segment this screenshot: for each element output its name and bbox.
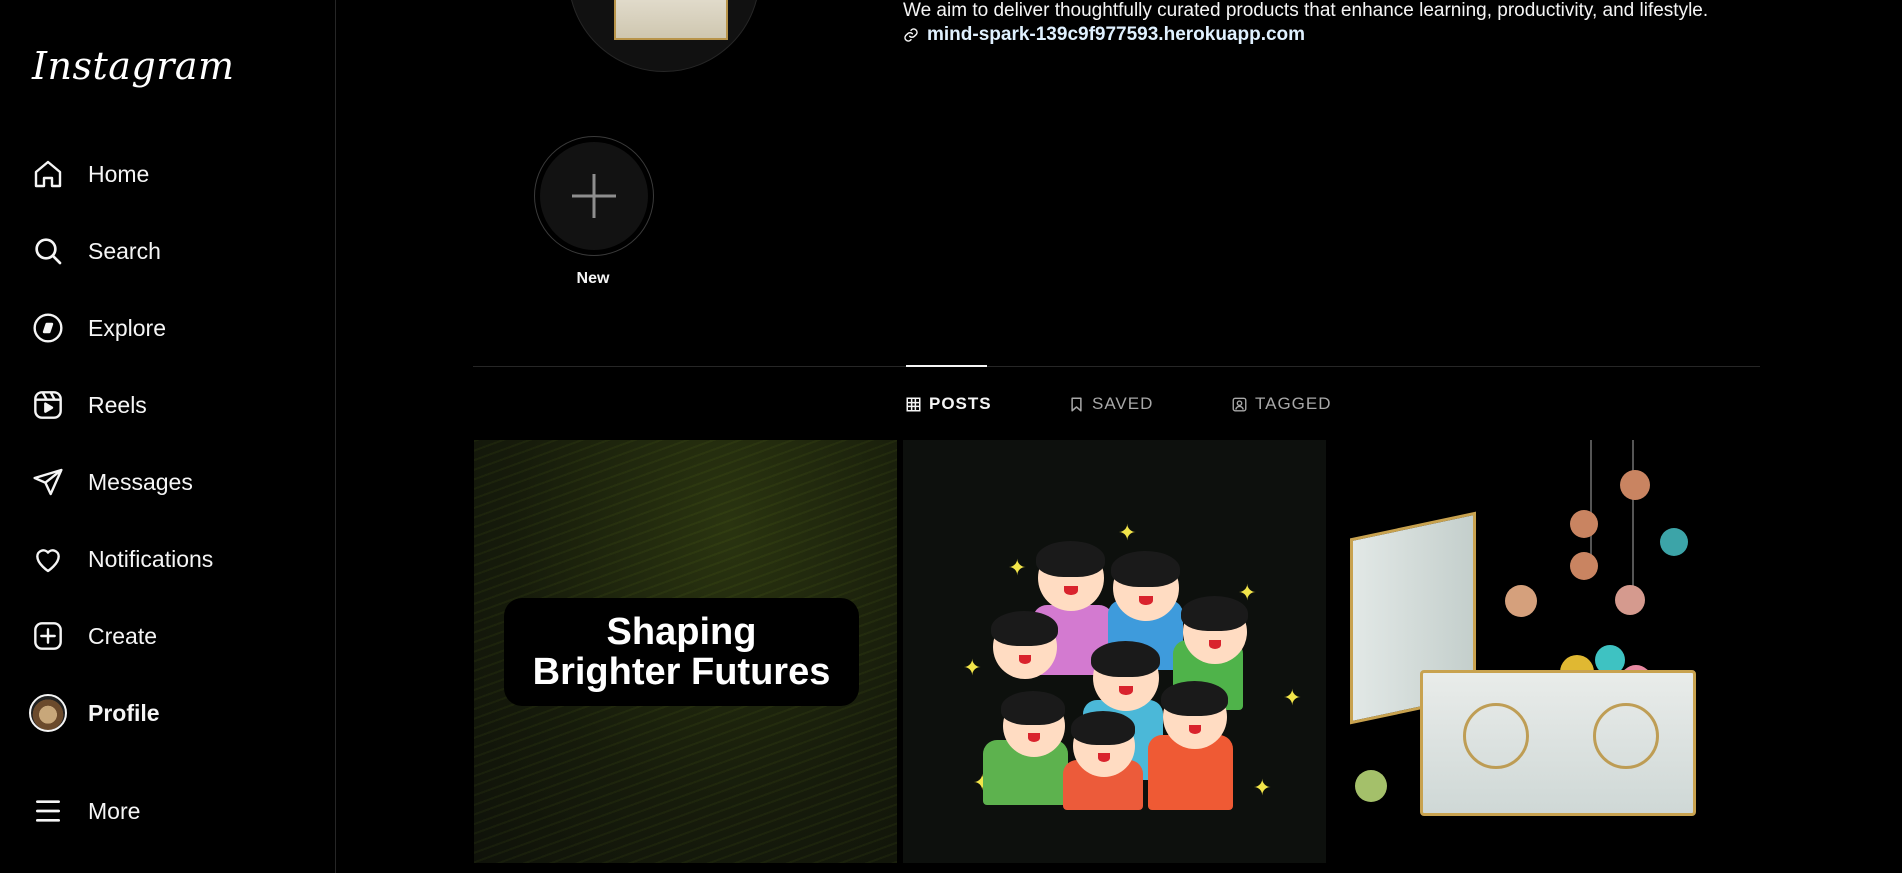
paper-plane-icon bbox=[24, 458, 72, 506]
child-face bbox=[1091, 641, 1160, 711]
tagged-icon bbox=[1232, 397, 1247, 412]
profile-picture-box-image bbox=[614, 0, 728, 40]
child-face bbox=[1161, 681, 1228, 749]
nav-messages[interactable]: Messages bbox=[24, 454, 312, 510]
profile-bio: We aim to deliver thoughtfully curated p… bbox=[903, 0, 1709, 21]
tab-tagged-label: TAGGED bbox=[1255, 394, 1332, 413]
link-icon bbox=[903, 27, 919, 43]
nav-reels[interactable]: Reels bbox=[24, 377, 312, 433]
new-highlight-button[interactable] bbox=[534, 136, 654, 256]
green-ball bbox=[1355, 770, 1387, 802]
ball bbox=[1615, 585, 1645, 615]
tab-saved[interactable]: SAVED bbox=[1069, 394, 1153, 414]
wooden-bead bbox=[1570, 510, 1598, 538]
nav-explore-label: Explore bbox=[88, 314, 166, 341]
reels-icon bbox=[24, 381, 72, 429]
star-decoration: ✦ bbox=[1283, 685, 1302, 710]
new-highlight-circle bbox=[540, 142, 648, 250]
tab-divider bbox=[473, 366, 1760, 367]
bookmark-icon bbox=[1069, 397, 1084, 412]
post-caption-line2: Brighter Futures bbox=[532, 651, 831, 693]
tab-active-indicator bbox=[906, 365, 987, 367]
tab-tagged[interactable]: TAGGED bbox=[1232, 394, 1332, 414]
home-icon bbox=[24, 150, 72, 198]
star-decoration: ✦ bbox=[963, 655, 982, 680]
post-treasure-box[interactable] bbox=[1330, 440, 1753, 863]
child-face bbox=[991, 611, 1058, 679]
child-face bbox=[1111, 551, 1180, 621]
child-face bbox=[1181, 596, 1248, 664]
teal-ball bbox=[1660, 528, 1688, 556]
wooden-bead bbox=[1570, 552, 1598, 580]
star-decoration: ✦ bbox=[1253, 775, 1272, 800]
nav-notifications[interactable]: Notifications bbox=[24, 531, 312, 587]
post-caption-line1: Shaping bbox=[606, 611, 757, 653]
profile-link[interactable]: mind-spark-139c9f977593.herokuapp.com bbox=[903, 24, 1305, 46]
nav-explore[interactable]: Explore bbox=[24, 300, 312, 356]
nav-home[interactable]: Home bbox=[24, 146, 312, 202]
wooden-bead bbox=[1620, 470, 1650, 500]
plus-icon bbox=[572, 174, 616, 218]
instagram-logo[interactable]: Instagram bbox=[32, 44, 235, 88]
hanging-string bbox=[1590, 440, 1592, 560]
nav-more[interactable]: More bbox=[24, 783, 312, 839]
gold-ornament bbox=[1593, 703, 1659, 769]
grid-icon bbox=[906, 397, 921, 412]
post-shaping-brighter-futures[interactable]: Shaping Brighter Futures bbox=[474, 440, 897, 863]
treasure-chest bbox=[1420, 670, 1696, 816]
hanging-string bbox=[1632, 440, 1634, 590]
ball bbox=[1505, 585, 1537, 617]
nav-search-label: Search bbox=[88, 237, 161, 264]
post-caption: Shaping Brighter Futures bbox=[504, 598, 859, 706]
hamburger-icon bbox=[24, 787, 72, 835]
nav-home-label: Home bbox=[88, 160, 150, 187]
sidebar: Instagram Home Search Explore Reels Mess… bbox=[0, 0, 336, 873]
child-face bbox=[1036, 541, 1105, 611]
nav-create-label: Create bbox=[88, 622, 158, 649]
tab-posts-label: POSTS bbox=[929, 394, 992, 413]
child-face bbox=[1071, 711, 1136, 777]
star-decoration: ✦ bbox=[1008, 555, 1027, 580]
nav-search[interactable]: Search bbox=[24, 223, 312, 279]
gold-ornament bbox=[1463, 703, 1529, 769]
profile-picture[interactable] bbox=[568, 0, 760, 72]
nav-create[interactable]: Create bbox=[24, 608, 312, 664]
nav-profile[interactable]: Profile bbox=[24, 685, 312, 741]
new-highlight-label: New bbox=[576, 270, 610, 287]
nav-more-label: More bbox=[88, 797, 141, 824]
post-children-illustration[interactable]: ✦ ✦ ✦ ✦ ✦ ✦ ✦ bbox=[903, 440, 1326, 863]
profile-link-text: mind-spark-139c9f977593.herokuapp.com bbox=[927, 24, 1306, 45]
avatar bbox=[29, 694, 67, 732]
search-icon bbox=[24, 227, 72, 275]
child-face bbox=[1001, 691, 1066, 757]
nav-reels-label: Reels bbox=[88, 391, 147, 418]
nav-profile-label: Profile bbox=[88, 699, 160, 726]
star-decoration: ✦ bbox=[1118, 520, 1137, 545]
tab-posts[interactable]: POSTS bbox=[906, 394, 992, 414]
avatar-wrapper bbox=[24, 689, 72, 737]
nav-messages-label: Messages bbox=[88, 468, 193, 495]
heart-icon bbox=[24, 535, 72, 583]
nav-notifications-label: Notifications bbox=[88, 545, 214, 572]
tab-saved-label: SAVED bbox=[1092, 394, 1154, 413]
plus-square-icon bbox=[24, 612, 72, 660]
compass-icon bbox=[24, 304, 72, 352]
